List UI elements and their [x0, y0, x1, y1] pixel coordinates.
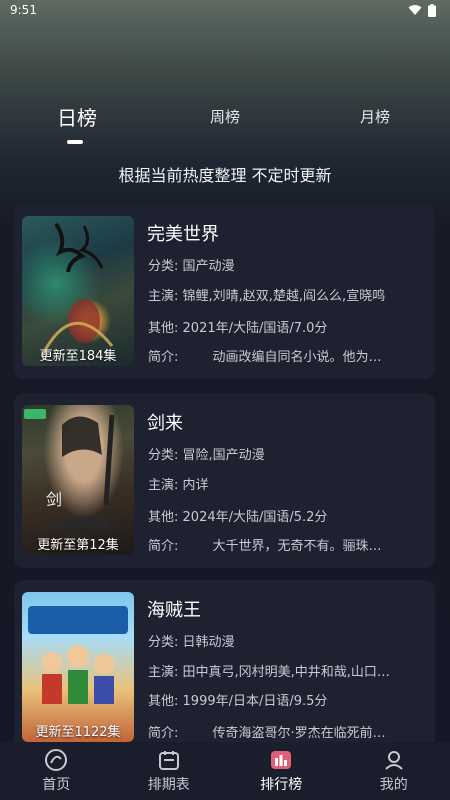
show-card[interactable]: 更新至1122集 海贼王 分类: 日韩动漫 主演: 田中真弓,冈村明美,中井和哉… — [14, 580, 435, 755]
status-bar: 9:51 — [0, 0, 450, 20]
poster-art — [40, 222, 114, 357]
show-title[interactable]: 完美世界 — [147, 220, 219, 246]
category-row: 分类: 日韩动漫 — [148, 635, 235, 650]
other-row: 其他: 2024年/大陆/国语/5.2分 — [148, 510, 328, 525]
episode-count: 更新至184集 — [39, 349, 117, 364]
episode-count: 更新至第12集 — [37, 538, 119, 553]
intro-row: 简介: 传奇海盗哥尔·罗杰在临死前… — [148, 726, 386, 741]
bottom-nav: 首页 排期表 排行榜 我的 — [0, 742, 450, 800]
ranking-tabs: 日榜 周榜 月榜 — [0, 106, 450, 152]
tab-indicator — [67, 140, 83, 144]
ranking-subtitle: 根据当前热度整理 不定时更新 — [118, 166, 332, 185]
category-row: 分类: 冒险,国产动漫 — [148, 448, 265, 463]
cast-row: 主演: 锦鲤,刘晴,赵双,楚越,阎么么,宣晓鸣 — [148, 289, 386, 304]
poster-image[interactable]: 更新至1122集 — [22, 592, 134, 742]
show-title[interactable]: 剑来 — [147, 409, 183, 435]
tab-monthly[interactable]: 月榜 — [360, 106, 390, 127]
nav-profile[interactable]: 我的 — [338, 742, 450, 800]
tab-daily[interactable]: 日榜 — [57, 102, 97, 131]
category-row: 分类: 国产动漫 — [148, 259, 235, 274]
nav-home[interactable]: 首页 — [0, 742, 113, 800]
battery-icon — [428, 3, 436, 17]
show-card[interactable]: 剑 更新至第12集 剑来 分类: 冒险,国产动漫 主演: 内详 其他: 2024… — [14, 393, 435, 568]
svg-text:剑: 剑 — [46, 490, 62, 509]
intro-row: 简介: 动画改编自同名小说。他为… — [148, 350, 382, 365]
poster-art: 剑 — [24, 409, 115, 527]
poster-image[interactable]: 更新至184集 — [22, 216, 134, 366]
poster-image[interactable]: 剑 更新至第12集 — [22, 405, 134, 555]
tab-weekly[interactable]: 周榜 — [210, 106, 240, 127]
other-row: 其他: 2021年/大陆/国语/7.0分 — [148, 321, 328, 336]
nav-ranking[interactable]: 排行榜 — [225, 742, 338, 800]
status-time: 9:51 — [10, 3, 37, 17]
profile-icon — [385, 751, 403, 770]
episode-count: 更新至1122集 — [35, 725, 121, 740]
ranking-icon — [271, 751, 292, 769]
wifi-icon — [408, 5, 422, 15]
cast-row: 主演: 内详 — [148, 478, 209, 493]
nav-schedule[interactable]: 排期表 — [113, 742, 226, 800]
intro-row: 简介: 大千世界，无奇不有。骊珠… — [148, 539, 382, 554]
poster-art — [28, 606, 128, 704]
calendar-icon — [158, 751, 179, 770]
show-title[interactable]: 海贼王 — [147, 596, 201, 622]
other-row: 其他: 1999年/日本/日语/9.5分 — [148, 694, 328, 709]
home-icon — [45, 749, 68, 771]
cast-row: 主演: 田中真弓,冈村明美,中井和哉,山口… — [148, 665, 390, 680]
show-card[interactable]: 更新至184集 完美世界 分类: 国产动漫 主演: 锦鲤,刘晴,赵双,楚越,阎么… — [14, 204, 435, 379]
